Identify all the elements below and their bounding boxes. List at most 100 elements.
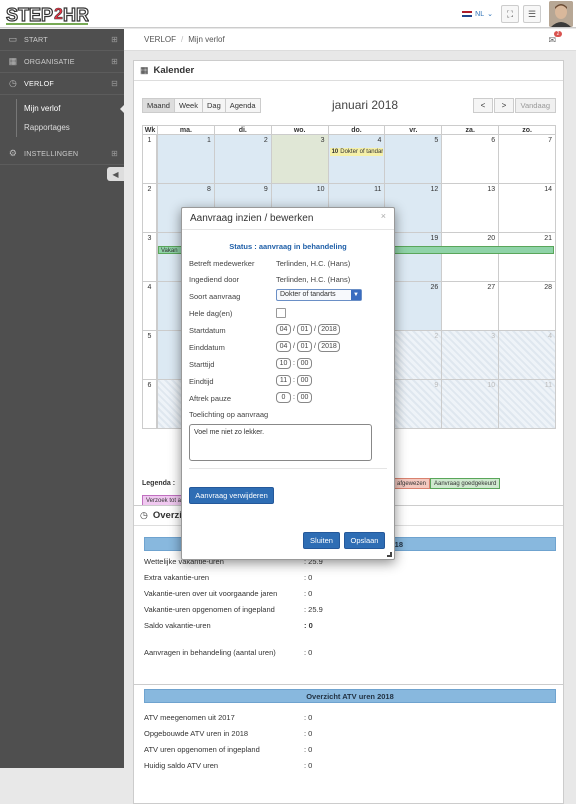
calendar-day-cell[interactable]: 2 [213, 135, 271, 183]
pause-minute-input[interactable]: 00 [297, 392, 312, 403]
sidebar-item-verlof[interactable]: ◷ VERLOF ⊟ [0, 73, 124, 95]
calendar-day-cell[interactable]: 11 [498, 380, 556, 428]
step2hr-logo[interactable]: STEP 2 HR [5, 3, 89, 25]
calendar-day-cell[interactable]: 6 [441, 135, 498, 183]
atv-panel: Overzicht ATV uren 2018 ATV meegenomen u… [133, 684, 564, 804]
startdate-year-input[interactable]: 2018 [318, 324, 340, 335]
calendar-event-dokter[interactable]: 10 Dokter of tandarts [329, 148, 384, 156]
row-value: : 0 [304, 744, 313, 754]
allday-checkbox[interactable] [276, 308, 286, 318]
enddate-day-input[interactable]: 04 [276, 341, 291, 352]
vakantie-rows: Wettelijke vakantie-uren: 25.9 Extra vaka… [144, 553, 556, 633]
enddate-year-input[interactable]: 2018 [318, 341, 340, 352]
collapse-sidebar-button[interactable]: ◀ [107, 167, 124, 181]
language-selector[interactable]: NL ⌄ [462, 10, 493, 18]
day-number: 14 [544, 186, 553, 193]
user-avatar[interactable] [549, 1, 573, 27]
calendar-day-cell[interactable]: 3 [441, 331, 499, 379]
row-label: Aanvragen in behandeling (aantal uren) [144, 647, 276, 657]
calendar-day-cell[interactable]: 1 [157, 135, 214, 183]
allday-label: Hele dag(en) [189, 309, 233, 318]
starttime-hour-input[interactable]: 10 [276, 358, 291, 369]
event-label: Dokter of tandarts [340, 149, 384, 155]
calendar-day-cell[interactable]: 14 [498, 184, 555, 232]
sidebar-item-rapportages[interactable]: Rapportages [0, 118, 124, 137]
note-textarea[interactable]: Voel me niet zo lekker. [189, 424, 372, 461]
delete-request-button[interactable]: Aanvraag verwijderen [189, 487, 274, 504]
modal-title-bar: Aanvraag inzien / bewerken × [182, 208, 394, 230]
today-button[interactable]: Vandaag [514, 98, 556, 113]
day-number: 9 [263, 186, 268, 193]
calendar-day-cell[interactable]: 7 [498, 135, 555, 183]
messages-button[interactable]: ✉ 2 [548, 31, 562, 46]
sidebar-item-label: Rapportages [24, 123, 70, 132]
pause-field: 0:00 [276, 392, 312, 403]
row-label: Huidig saldo ATV uren [144, 760, 219, 770]
row-label: ATV meegenomen uit 2017 [144, 712, 235, 722]
view-dag-button[interactable]: Dag [201, 98, 226, 113]
top-bar: STEP 2 HR NL ⌄ ⛶ ☰ [0, 0, 576, 28]
enddate-month-input[interactable]: 01 [297, 341, 312, 352]
view-switcher: Maand Week Dag Agenda [142, 98, 261, 113]
calendar-day-cell[interactable]: 10 [441, 380, 499, 428]
calendar-day-cell[interactable]: 13 [441, 184, 498, 232]
weekday-label: do. [327, 126, 385, 135]
sidebar-item-start[interactable]: ▭ START ⊞ [0, 29, 124, 51]
close-button[interactable]: Sluiten [303, 532, 340, 549]
sidebar-item-organisatie[interactable]: ▦ ORGANISATIE ⊞ [0, 51, 124, 73]
calendar-day-cell[interactable]: 20 [441, 233, 498, 281]
startdate-month-input[interactable]: 01 [297, 324, 312, 335]
breadcrumb-root[interactable]: VERLOF [144, 35, 176, 44]
week-number: 2 [143, 184, 157, 232]
sidebar-item-label: START [24, 35, 48, 44]
sidebar-item-label: ORGANISATIE [24, 57, 75, 66]
clock-icon: ◷ [140, 510, 148, 520]
day-number: 13 [487, 186, 496, 193]
calendar-day-cell[interactable]: 5 [384, 135, 442, 183]
pause-hour-input[interactable]: 0 [276, 392, 291, 403]
fullscreen-button[interactable]: ⛶ [501, 5, 519, 23]
menu-button[interactable]: ☰ [523, 5, 541, 23]
monitor-icon: ▭ [8, 34, 18, 44]
view-maand-button[interactable]: Maand [142, 98, 175, 113]
row-label: Vakantie-uren opgenomen of ingepland [144, 604, 275, 614]
endtime-minute-input[interactable]: 00 [297, 375, 312, 386]
row-label: Opgebouwde ATV uren in 2018 [144, 728, 249, 738]
employee-label: Betreft medewerker [189, 259, 255, 268]
calendar-day-cell[interactable]: 28 [498, 282, 555, 330]
close-icon[interactable]: × [381, 211, 386, 221]
view-week-button[interactable]: Week [173, 98, 203, 113]
calendar-day-cell[interactable]: 27 [441, 282, 498, 330]
calendar-day-cell[interactable]: 4 10 Dokter of tandarts [327, 135, 385, 183]
request-status: Status : aanvraag in behandeling [229, 242, 347, 251]
endtime-hour-input[interactable]: 11 [276, 375, 291, 386]
view-agenda-button[interactable]: Agenda [224, 98, 261, 113]
sidebar-item-instellingen[interactable]: ⚙ INSTELLINGEN ⊞ [0, 143, 124, 165]
save-button[interactable]: Opslaan [344, 532, 385, 549]
plus-icon: ⊞ [111, 57, 118, 66]
summary-row: Vakantie-uren opgenomen of ingepland: 25… [144, 601, 556, 617]
row-value: : 0 [304, 588, 313, 598]
enddate-field: 04/01/2018 [276, 341, 340, 352]
minus-icon: ⊟ [111, 79, 118, 88]
language-code: NL [475, 10, 485, 18]
calendar-day-cell[interactable]: 4 [498, 331, 556, 379]
type-select[interactable]: Dokter of tandarts ▼ [276, 289, 362, 301]
startdate-day-input[interactable]: 04 [276, 324, 291, 335]
calendar-day-cell[interactable]: 21 [498, 233, 555, 281]
summary-row: ATV meegenomen uit 2017: 0 [144, 709, 556, 725]
weekday-label: za. [441, 126, 498, 135]
modal-divider [189, 468, 387, 469]
starttime-minute-input[interactable]: 00 [297, 358, 312, 369]
prev-month-button[interactable]: < [473, 98, 493, 113]
week-number-header: Wk [144, 127, 156, 134]
next-month-button[interactable]: > [494, 98, 514, 113]
day-number: 10 [487, 382, 496, 389]
resize-handle-icon[interactable] [387, 552, 392, 557]
summary-row: Opgebouwde ATV uren in 2018: 0 [144, 725, 556, 741]
sidebar-item-mijn-verlof[interactable]: Mijn verlof [0, 99, 125, 118]
day-number: 27 [487, 284, 496, 291]
day-number: 4 [548, 333, 553, 340]
summary-row: Saldo vakantie-uren: 0 [144, 617, 556, 633]
calendar-day-cell[interactable]: 3 [270, 135, 328, 183]
